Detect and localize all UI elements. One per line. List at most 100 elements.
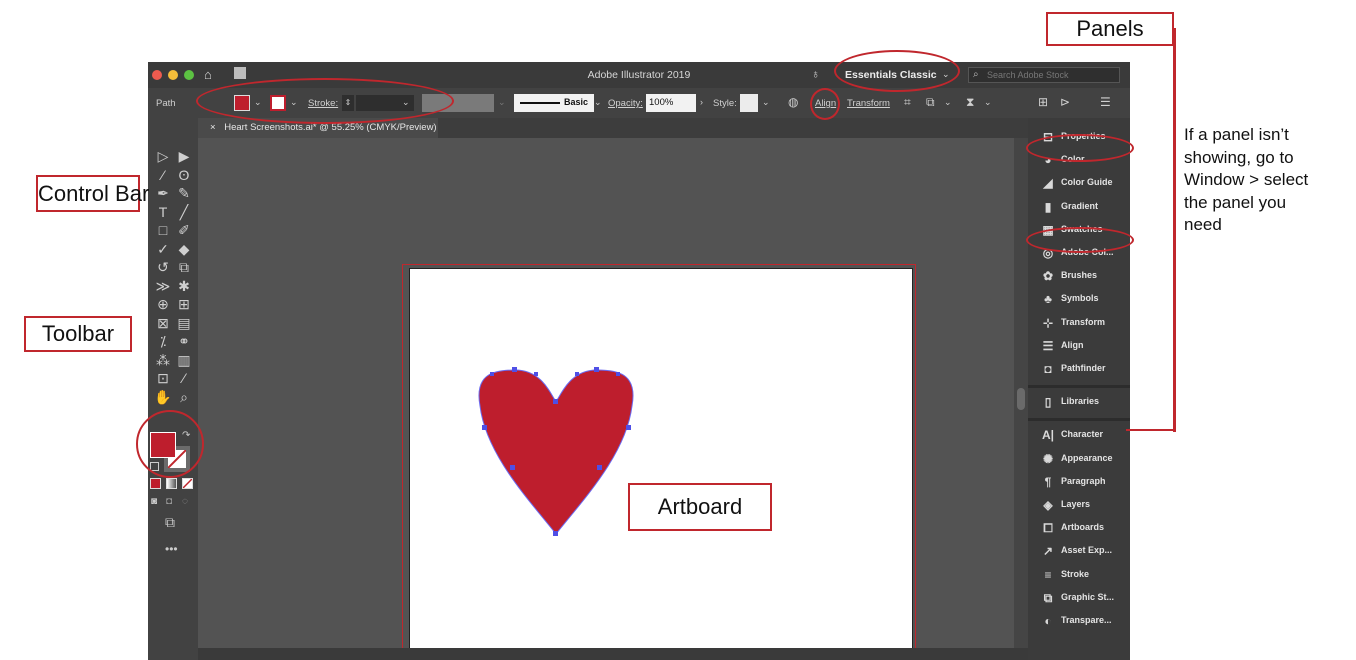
close-tab-icon[interactable]: × (210, 122, 216, 133)
transform-link[interactable]: Transform (847, 98, 890, 109)
screen-mode-icon[interactable]: ⧉ (165, 514, 175, 531)
heart-artwork[interactable] (410, 269, 912, 660)
panel-item-label: Layers (1061, 499, 1091, 509)
search-icon: ⌕ (973, 69, 979, 80)
brush-label: Basic (564, 97, 589, 107)
eraser-tool-icon[interactable]: ◆ (174, 241, 194, 257)
lasso-tool-icon[interactable]: ʘ (174, 167, 194, 183)
panel-item-label: Stroke (1061, 568, 1090, 579)
adobe-stock-search-input[interactable]: ⌕ Search Adobe Stock (968, 67, 1120, 83)
opacity-input[interactable]: 100% (646, 94, 696, 112)
scrollbar-thumb[interactable] (1017, 388, 1025, 410)
pen-tool-icon[interactable]: ✒ (153, 185, 173, 201)
panel-item-pathfinder[interactable]: ◘ Pathfinder (1028, 358, 1130, 380)
rectangle-tool-icon[interactable]: □ (153, 222, 173, 238)
panel-item-character[interactable]: A| Character (1028, 424, 1130, 446)
panel-item-color-guide[interactable]: ◢ Color Guide (1028, 172, 1130, 194)
heart-shape[interactable] (478, 369, 634, 535)
panel-item-asset-exp[interactable]: ↗ Asset Exp... (1028, 540, 1130, 562)
panel-item-symbols[interactable]: ♣ Symbols (1028, 288, 1130, 310)
none-mode-icon[interactable] (182, 478, 193, 489)
zoom-tool-icon[interactable]: ⌕ (174, 389, 194, 405)
transparency-icon: ◐ (1044, 614, 1052, 628)
canvas-area[interactable] (198, 138, 1028, 660)
panel-item-graphic-st[interactable]: ⧉ Graphic St... (1028, 587, 1130, 609)
panel-item-transform[interactable]: ⊹ Transform (1028, 312, 1130, 334)
chevron-down-icon[interactable]: ⌄ (762, 97, 770, 108)
shape-options-icon[interactable]: ⧉ (926, 95, 935, 110)
magic-wand-tool-icon[interactable]: ⁄ (153, 167, 173, 183)
puppet-warp-tool-icon[interactable]: ✱ (174, 278, 194, 294)
mesh-tool-icon[interactable]: ⊠ (153, 315, 173, 331)
width-tool-icon[interactable]: ≫ (153, 278, 173, 294)
align-icon: ☰ (1042, 338, 1054, 353)
recolor-artwork-icon[interactable]: ◍ (788, 95, 798, 109)
edit-toolbar-icon[interactable]: ••• (165, 542, 178, 556)
brush-stroke-preview (520, 102, 560, 104)
artboard-tool-icon[interactable]: ⊡ (153, 370, 173, 386)
lightbulb-icon[interactable]: ♁ (811, 67, 820, 81)
panel-item-stroke[interactable]: ≡ Stroke (1028, 564, 1130, 586)
artboards-icon: ⧠ (1043, 521, 1053, 536)
panel-item-libraries[interactable]: ▯ Libraries (1028, 391, 1130, 413)
paintbrush-tool-icon[interactable]: ✐ (174, 222, 194, 238)
transform-each-icon[interactable]: ⌗ (904, 95, 911, 110)
graphic-style-swatch[interactable] (740, 94, 758, 112)
panel-item-label: Character (1061, 429, 1104, 440)
draw-inside-icon[interactable]: ◌ (182, 496, 188, 507)
perspective-grid-tool-icon[interactable]: ⊞ (174, 296, 194, 312)
scale-tool-icon[interactable]: ⧉ (174, 259, 194, 275)
gradient-tool-icon[interactable]: ▤ (174, 315, 194, 331)
isolate-group-icon[interactable]: ⧗ (966, 95, 974, 110)
vertical-scrollbar[interactable] (1014, 138, 1028, 660)
line-tool-icon[interactable]: ╱ (174, 204, 194, 220)
gradient-mode-icon[interactable] (166, 478, 177, 489)
slice-tool-icon[interactable]: ⁄ (174, 370, 194, 386)
type-tool-icon[interactable]: T (153, 204, 173, 220)
arrange-icon[interactable]: ⊞ (1038, 95, 1048, 109)
brushes-icon: ✿ (1042, 269, 1054, 284)
panel-menu-icon[interactable]: ☰ (1100, 95, 1111, 109)
curvature-tool-icon[interactable]: ✎ (174, 185, 194, 201)
panel-item-paragraph[interactable]: ¶ Paragraph (1028, 471, 1130, 493)
swatches-highlight (1026, 227, 1134, 253)
illustrator-window: ⌂ Adobe Illustrator 2019 ♁ Essentials Cl… (148, 62, 1130, 660)
selection-tool-icon[interactable]: ▷ (153, 148, 173, 164)
panel-group-separator[interactable] (1028, 418, 1130, 422)
panel-item-artboards[interactable]: ⧠ Artboards (1028, 517, 1130, 539)
direct-selection-tool-icon[interactable]: ▶ (174, 148, 194, 164)
shape-builder-tool-icon[interactable]: ⊕ (153, 296, 173, 312)
panel-tip-line: If a panel isn’t (1184, 125, 1289, 144)
color-mode-icon[interactable] (150, 478, 161, 489)
graphic-styles-toggle-icon[interactable]: ⊳ (1060, 95, 1070, 109)
shaper-tool-icon[interactable]: ✓ (153, 241, 173, 257)
brush-definition-dropdown[interactable]: Basic (514, 94, 594, 112)
chevron-right-icon[interactable]: › (700, 97, 703, 107)
draw-behind-icon[interactable]: ◘ (166, 496, 172, 507)
column-graph-tool-icon[interactable]: ▥ (174, 352, 194, 368)
artboard[interactable] (409, 268, 913, 660)
eyedropper-tool-icon[interactable]: ⁒ (153, 333, 173, 349)
symbol-sprayer-tool-icon[interactable]: ⁂ (153, 352, 173, 368)
fill-swatch[interactable] (150, 432, 176, 458)
draw-normal-icon[interactable]: ◙ (151, 496, 157, 507)
panels-bracket-line (1173, 28, 1176, 432)
panel-group-separator[interactable] (1028, 385, 1130, 389)
chevron-down-icon[interactable]: ⌄ (594, 97, 602, 108)
blend-tool-icon[interactable]: ⚭ (174, 333, 194, 349)
layers-icon: ◈ (1043, 498, 1053, 512)
status-bar (198, 648, 1028, 660)
panel-item-gradient[interactable]: ▮ Gradient (1028, 196, 1130, 218)
panel-item-brushes[interactable]: ✿ Brushes (1028, 265, 1130, 287)
panel-item-transpare[interactable]: ◐ Transpare... (1028, 610, 1130, 632)
character-icon: A| (1041, 428, 1055, 443)
chevron-down-icon[interactable]: ⌄ (984, 97, 992, 108)
opacity-label[interactable]: Opacity: (608, 98, 643, 109)
panel-item-layers[interactable]: ◈ Layers (1028, 494, 1130, 516)
workspace-highlight (834, 50, 960, 92)
panel-item-align[interactable]: ☰ Align (1028, 335, 1130, 357)
rotate-tool-icon[interactable]: ↺ (153, 259, 173, 275)
hand-tool-icon[interactable]: ✋ (153, 389, 173, 405)
panel-item-appearance[interactable]: ✺ Appearance (1028, 448, 1130, 470)
chevron-down-icon[interactable]: ⌄ (944, 97, 952, 108)
